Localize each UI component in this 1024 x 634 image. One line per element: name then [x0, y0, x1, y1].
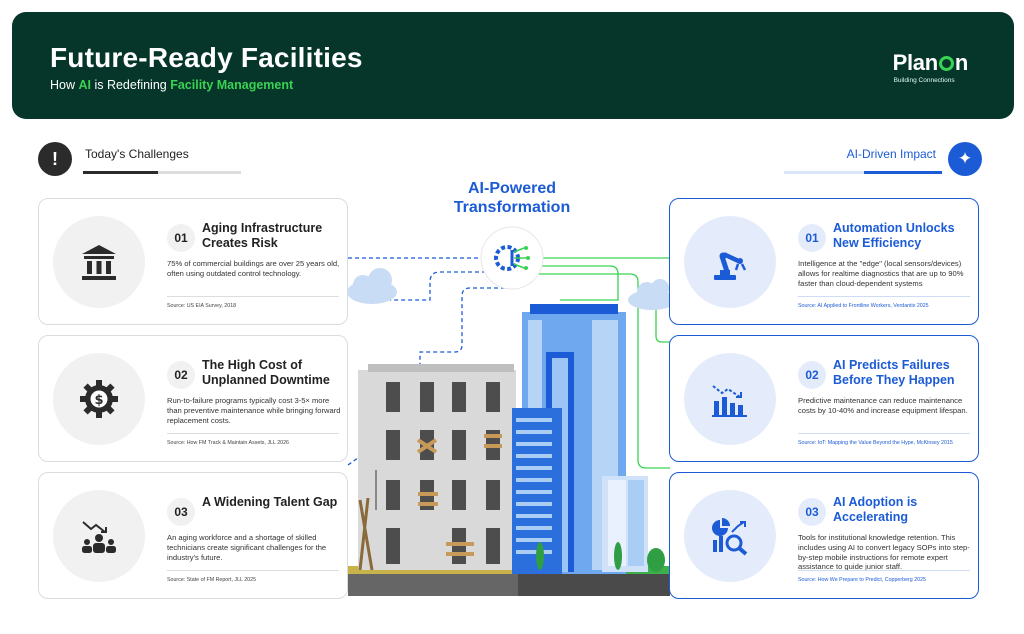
- challenges-section-underline: [83, 171, 241, 174]
- card-source: Source: IoT: Mapping the Value Beyond th…: [798, 433, 970, 446]
- impact-section-underline: [784, 171, 942, 174]
- card-title: AI Predicts Failures Before They Happen: [833, 358, 955, 387]
- building-columns-icon: [82, 245, 116, 280]
- card-title: AI Adoption is Accelerating: [833, 495, 918, 524]
- card-source: Source: How We Prepare to Predict, Coppe…: [798, 570, 970, 583]
- challenges-section-label: Today's Challenges: [85, 147, 189, 161]
- card-body: An aging workforce and a shortage of ski…: [167, 533, 327, 562]
- card-source: Source: How FM Track & Maintain Assets, …: [167, 433, 339, 446]
- cloud-left: [347, 268, 397, 304]
- impact-section-label: AI-Driven Impact: [846, 147, 936, 161]
- card-body: Run-to-failure programs typically cost 3…: [167, 396, 341, 425]
- impact-card-3: 03 AI Adoption is Accelerating Tools for…: [669, 472, 979, 599]
- modern-tower: [512, 304, 665, 574]
- declining-chart-icon: [712, 385, 747, 417]
- card-body: Predictive maintenance can reduce mainte…: [798, 396, 968, 415]
- gear-dollar-icon: $: [80, 380, 118, 418]
- card-source: Source: AI Applied to Frontline Workers,…: [798, 296, 970, 309]
- card-number: 02: [167, 361, 195, 389]
- card-title: A Widening Talent Gap: [202, 495, 338, 509]
- challenge-card-3: 03 A Widening Talent Gap An aging workfo…: [38, 472, 348, 599]
- card-number: 02: [798, 361, 826, 389]
- header-banner: Future-Ready Facilities How AI is Redefi…: [12, 12, 1014, 119]
- card-title: Automation Unlocks New Efficiency: [833, 221, 955, 250]
- logo-ring-icon: [938, 56, 954, 71]
- card-body: Tools for institutional knowledge retent…: [798, 533, 970, 572]
- subtitle-ai-highlight: AI: [78, 78, 91, 92]
- workforce-decline-icon: [82, 521, 116, 553]
- challenge-card-1: 01 Aging Infrastructure Creates Risk 75%…: [38, 198, 348, 325]
- page-subtitle: How AI is Redefining Facility Management: [50, 78, 294, 92]
- card-body: 75% of commercial buildings are over 25 …: [167, 259, 340, 278]
- card-source: Source: State of FM Report, JLL 2025: [167, 570, 339, 583]
- challenge-card-2: $ 02 The High Cost of Unplanned Downtime…: [38, 335, 348, 462]
- building-transformation-illustration: [347, 226, 676, 596]
- robot-arm-icon: [714, 252, 747, 280]
- sparkles-icon: ✦: [948, 142, 982, 176]
- card-number: 03: [167, 498, 195, 526]
- page-title: Future-Ready Facilities: [50, 42, 363, 73]
- old-building: [358, 364, 516, 571]
- ground-right: [518, 572, 670, 596]
- warning-icon: !: [38, 142, 72, 176]
- impact-card-2: 02 AI Predicts Failures Before They Happ…: [669, 335, 979, 462]
- card-title: Aging Infrastructure Creates Risk: [202, 221, 323, 250]
- analytics-magnifier-icon: [712, 518, 748, 556]
- impact-card-1: 01 Automation Unlocks New Efficiency Int…: [669, 198, 979, 325]
- svg-text:$: $: [94, 393, 103, 408]
- card-number: 01: [798, 224, 826, 252]
- card-source: Source: US EIA Survey, 2018: [167, 296, 339, 309]
- planon-logo: Plan n Building Connections: [892, 50, 969, 84]
- card-number: 03: [798, 498, 826, 526]
- ai-chip-icon: [480, 226, 544, 290]
- center-title: AI-Powered Transformation: [453, 180, 571, 216]
- card-number: 01: [167, 224, 195, 252]
- card-title: The High Cost of Unplanned Downtime: [202, 358, 330, 387]
- card-body: Intelligence at the "edge" (local sensor…: [798, 259, 964, 288]
- ground-left: [348, 572, 518, 596]
- logo-tagline: Building Connections: [893, 77, 955, 84]
- subtitle-fm-highlight: Facility Management: [170, 78, 294, 92]
